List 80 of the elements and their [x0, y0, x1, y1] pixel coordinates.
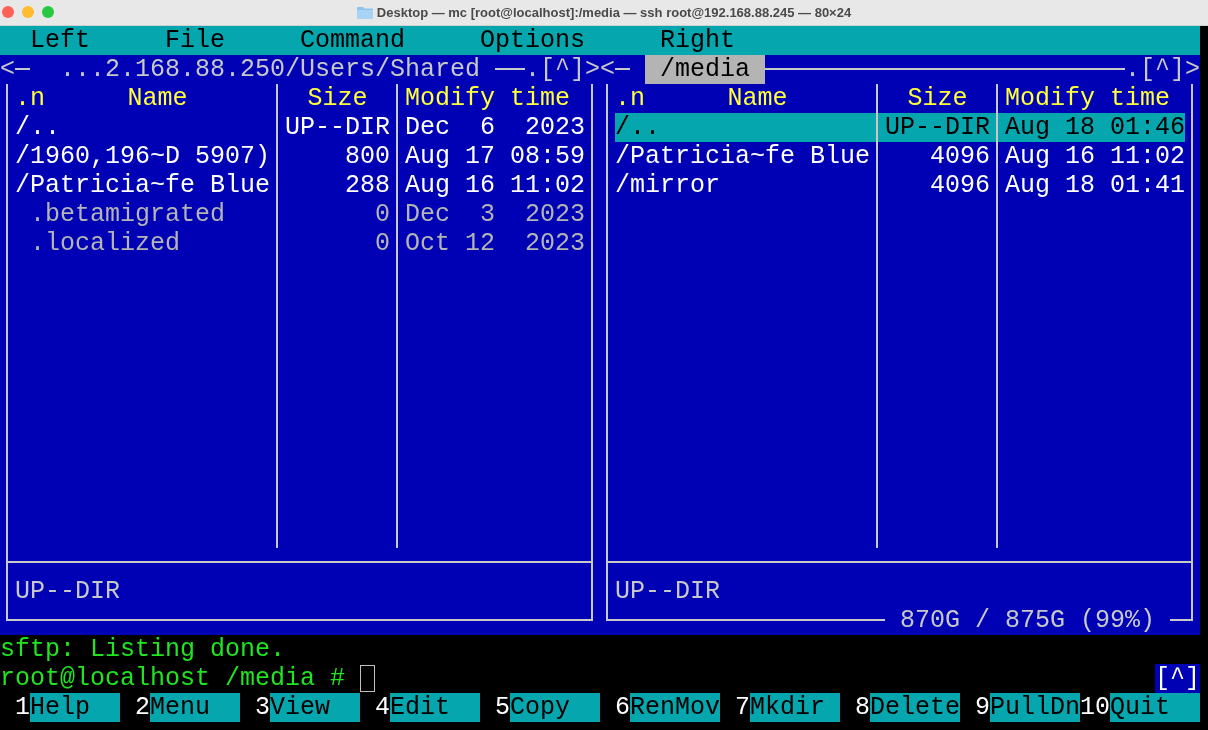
file-name: /mirror	[615, 171, 722, 200]
status-text: UP--DIR	[15, 577, 121, 606]
file-name: /..	[615, 113, 661, 142]
history-button[interactable]: [^]	[1155, 664, 1200, 693]
file-row[interactable]: /1960,196~D 5907) 800 Aug 17 08:59	[15, 142, 585, 171]
menu-item[interactable]: Command	[300, 26, 406, 55]
zoom-icon[interactable]	[42, 6, 54, 18]
folder-icon	[356, 6, 373, 19]
file-name: /Patricia~fe Blue	[15, 171, 270, 200]
menu-item[interactable]: Left	[30, 26, 90, 55]
status-text: UP--DIR	[615, 577, 721, 606]
file-time: Aug 18 01:41	[1005, 171, 1185, 200]
panel-options-button[interactable]: .[^]>	[1125, 55, 1200, 84]
file-size: UP--DIR	[884, 113, 990, 142]
column-header[interactable]: Modify time	[1005, 84, 1185, 113]
console-output: sftp: Listing done.	[0, 635, 286, 664]
close-icon[interactable]	[2, 6, 14, 18]
disk-usage: 870G / 875G (99%)	[884, 606, 1170, 635]
file-row[interactable]: .betamigrated 0 Dec 3 2023	[15, 200, 585, 229]
function-key-number: 5	[494, 693, 510, 722]
file-size: 288	[343, 171, 390, 200]
file-time: Aug 16 11:02	[1005, 142, 1185, 171]
column-header[interactable]: Name	[645, 84, 870, 113]
file-row[interactable]: /.. UP--DIR Aug 18 01:46	[615, 113, 1185, 142]
file-row[interactable]: /.. UP--DIR Dec 6 2023	[15, 113, 585, 142]
shell-prompt: root@localhost /media #	[0, 664, 346, 693]
panel-options-button[interactable]: .[^]>	[525, 55, 600, 84]
file-size: 800	[343, 142, 390, 171]
column-header[interactable]: Size	[285, 84, 390, 113]
file-time: Aug 16 11:02	[405, 171, 585, 200]
function-key-button[interactable]: View	[270, 693, 360, 722]
function-key-number: 10	[1080, 693, 1110, 722]
function-key-number: 2	[134, 693, 150, 722]
sort-indicator[interactable]: .n	[615, 84, 645, 113]
file-time: Dec 3 2023	[405, 200, 585, 229]
file-time: Dec 6 2023	[405, 113, 585, 142]
file-size: 0	[373, 200, 390, 229]
file-name: /Patricia~fe Blue	[615, 142, 870, 171]
file-row[interactable]: /mirror 4096 Aug 18 01:41	[615, 171, 1185, 200]
file-size: 0	[373, 229, 390, 258]
file-name: /..	[15, 113, 61, 142]
sort-indicator[interactable]: .n	[15, 84, 45, 113]
window-title: Desktop — mc [root@localhost]:/media — ssh root@192.168.88.245 — 80×24	[376, 3, 852, 22]
menu-item[interactable]: Options	[480, 26, 586, 55]
function-key-number: 7	[734, 693, 750, 722]
file-name: .localized	[29, 229, 182, 258]
function-key-button[interactable]: RenMov	[630, 693, 720, 722]
function-key-button[interactable]: Help	[30, 693, 120, 722]
function-key-number: 3	[254, 693, 270, 722]
column-header[interactable]: Modify time	[405, 84, 585, 113]
file-time: Aug 17 08:59	[405, 142, 585, 171]
function-key-button[interactable]: Delete	[870, 693, 960, 722]
column-header[interactable]: Size	[885, 84, 990, 113]
menu-item[interactable]: File	[165, 26, 226, 55]
file-name: .betamigrated	[29, 200, 227, 229]
function-key-number: 9	[974, 693, 990, 722]
function-key-number: 4	[374, 693, 390, 722]
file-row[interactable]: /Patricia~fe Blue 4096 Aug 16 11:02	[615, 142, 1185, 171]
function-key-button[interactable]: Quit	[1110, 693, 1200, 722]
file-time: Oct 12 2023	[405, 229, 585, 258]
file-row[interactable]: /Patricia~fe Blue 288 Aug 16 11:02	[15, 171, 585, 200]
function-key-number: 6	[614, 693, 630, 722]
file-size: UP--DIR	[284, 113, 390, 142]
minimize-icon[interactable]	[22, 6, 34, 18]
file-row[interactable]: .localized 0 Oct 12 2023	[15, 229, 585, 258]
column-header[interactable]: Name	[45, 84, 270, 113]
file-name: /1960,196~D 5907)	[15, 142, 270, 171]
function-key-button[interactable]: PullDn	[990, 693, 1080, 722]
function-key-button[interactable]: Copy	[510, 693, 600, 722]
function-key-button[interactable]: Edit	[390, 693, 480, 722]
function-key-number: 1	[14, 693, 30, 722]
file-size: 4096	[928, 142, 990, 171]
menu-item[interactable]: Right	[660, 26, 736, 55]
function-key-button[interactable]: Menu	[150, 693, 240, 722]
function-key-number: 8	[854, 693, 870, 722]
file-size: 4096	[928, 171, 990, 200]
file-time: Aug 18 01:46	[1005, 113, 1185, 142]
text-cursor	[360, 665, 376, 692]
function-key-button[interactable]: Mkdir	[750, 693, 840, 722]
panel-path: /media	[645, 55, 766, 84]
